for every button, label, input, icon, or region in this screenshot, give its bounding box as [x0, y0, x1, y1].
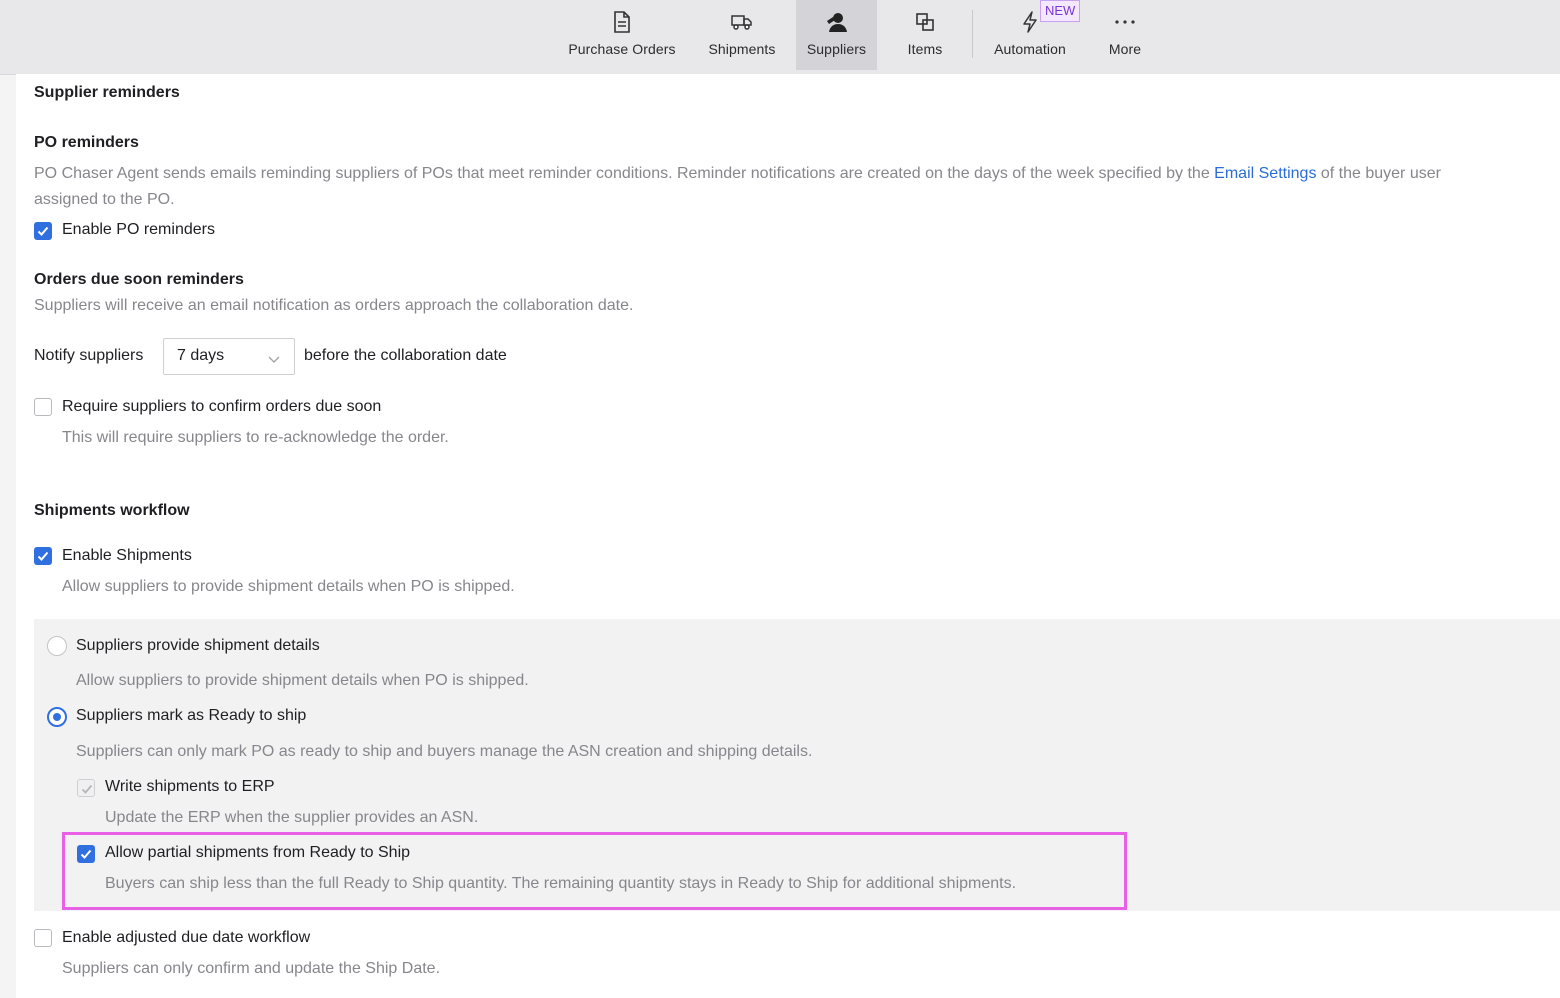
adjusted-due-date-checkbox[interactable] — [34, 929, 52, 947]
po-reminders-description: PO Chaser Agent sends emails reminding s… — [34, 161, 1441, 187]
ellipsis-icon — [1114, 11, 1136, 33]
checkmark-icon — [81, 784, 93, 794]
truck-icon — [731, 11, 753, 33]
email-settings-link[interactable]: Email Settings — [1214, 165, 1316, 182]
chevron-down-icon — [268, 351, 280, 369]
highlight-outline — [62, 832, 1127, 910]
require-confirm-description: This will require suppliers to re-acknow… — [62, 429, 449, 446]
nav-label: Shipments — [708, 41, 776, 57]
notify-days-select[interactable]: 7 days — [163, 338, 295, 375]
radio-mark-ready-to-ship[interactable] — [47, 707, 67, 727]
radio-provide-shipment-details[interactable] — [47, 636, 67, 656]
desc-text: of the buyer user — [1316, 165, 1441, 182]
require-confirm-label[interactable]: Require suppliers to confirm orders due … — [62, 398, 381, 416]
checkmark-icon — [37, 226, 49, 236]
enable-shipments-description: Allow suppliers to provide shipment deta… — [62, 578, 515, 595]
enable-po-reminders-checkbox[interactable] — [34, 222, 52, 240]
new-badge: NEW — [1040, 0, 1081, 22]
notify-suffix-label: before the collaboration date — [304, 347, 507, 364]
enable-shipments-checkbox[interactable] — [34, 547, 52, 565]
due-soon-description: Suppliers will receive an email notifica… — [34, 297, 634, 314]
provide-shipment-details-description: Allow suppliers to provide shipment deta… — [76, 672, 529, 689]
nav-label: Automation — [994, 41, 1066, 57]
write-shipments-erp-description: Update the ERP when the supplier provide… — [105, 809, 479, 826]
write-shipments-erp-label[interactable]: Write shipments to ERP — [105, 778, 275, 796]
document-icon — [612, 11, 632, 33]
adjusted-due-date-description: Suppliers can only confirm and update th… — [62, 960, 441, 977]
shipments-workflow-title: Shipments workflow — [34, 502, 190, 519]
provide-shipment-details-label[interactable]: Suppliers provide shipment details — [76, 637, 320, 655]
due-soon-title: Orders due soon reminders — [34, 271, 244, 288]
nav-label: Purchase Orders — [568, 41, 676, 57]
lightning-icon — [1021, 11, 1039, 33]
nav-label: More — [1108, 41, 1142, 57]
po-reminders-title: PO reminders — [34, 134, 139, 151]
mark-ready-to-ship-description: Suppliers can only mark PO as ready to s… — [76, 743, 813, 760]
nav-purchase-orders[interactable]: Purchase Orders — [556, 0, 688, 70]
nav-label: Suppliers — [806, 41, 867, 57]
enable-shipments-label[interactable]: Enable Shipments — [62, 547, 192, 565]
mark-ready-to-ship-label[interactable]: Suppliers mark as Ready to ship — [76, 707, 306, 725]
write-shipments-erp-checkbox[interactable] — [77, 779, 95, 797]
po-reminders-description-line2: assigned to the PO. — [34, 191, 175, 208]
nav-suppliers[interactable]: Suppliers — [796, 0, 877, 70]
nav-more[interactable]: More — [1096, 0, 1154, 70]
top-nav-bar: Purchase Orders Shipments Suppliers Item… — [0, 0, 1560, 75]
nav-label: Items — [907, 41, 943, 57]
nav-separator — [972, 10, 973, 58]
notify-suppliers-label: Notify suppliers — [34, 347, 144, 364]
notify-days-value: 7 days — [177, 347, 225, 364]
desc-text: PO Chaser Agent sends emails reminding s… — [34, 165, 1215, 182]
items-icon — [915, 11, 935, 33]
nav-items[interactable]: Items — [893, 0, 957, 70]
checkmark-icon — [37, 551, 49, 561]
section-title: Supplier reminders — [34, 84, 180, 101]
nav-shipments[interactable]: Shipments — [698, 0, 786, 70]
supplier-icon — [825, 11, 849, 33]
enable-po-reminders-label[interactable]: Enable PO reminders — [62, 221, 215, 239]
require-confirm-checkbox[interactable] — [34, 398, 52, 416]
adjusted-due-date-label[interactable]: Enable adjusted due date workflow — [62, 929, 310, 947]
